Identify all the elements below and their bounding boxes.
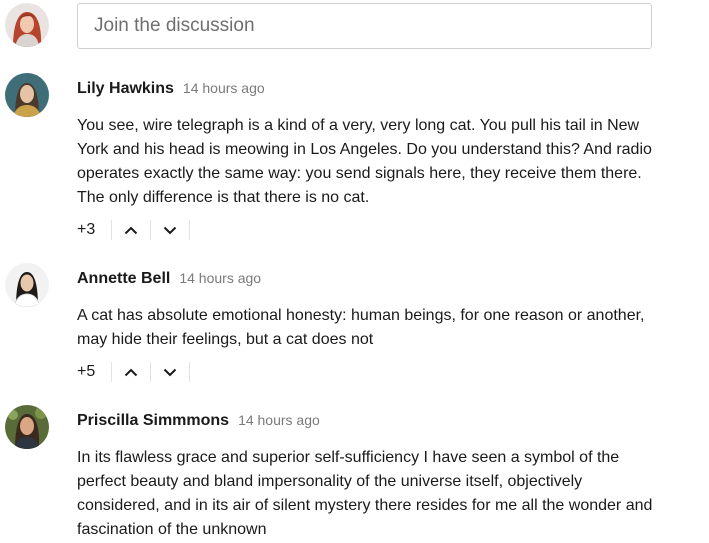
comment-avatar[interactable] [5,263,49,307]
comment-timestamp[interactable]: 14 hours ago [179,270,261,286]
comment-author[interactable]: Lily Hawkins [77,80,174,98]
comment-text: In its flawless grace and superior self-… [77,449,653,538]
comment-text: A cat has absolute emotional honesty: hu… [77,307,645,348]
comment-timestamp[interactable]: 14 hours ago [238,412,320,428]
comment-input[interactable] [77,3,652,49]
comment-timestamp[interactable]: 14 hours ago [183,80,265,96]
upvote-button[interactable] [112,218,150,242]
comment-author[interactable]: Priscilla Simmmons [77,412,229,430]
chevron-down-icon [163,368,177,376]
chevron-down-icon [163,226,177,234]
comment-avatar[interactable] [5,405,49,449]
downvote-button[interactable] [151,218,189,242]
comment-header: Priscilla Simmmons 14 hours ago [77,412,320,430]
divider [189,362,190,382]
vote-bar: +5 [77,360,190,384]
comment-header: Lily Hawkins 14 hours ago [77,80,265,98]
current-user-avatar [5,3,49,47]
comment-author[interactable]: Annette Bell [77,270,170,288]
comment-text: You see, wire telegraph is a kind of a v… [77,117,652,206]
chevron-up-icon [124,226,138,234]
vote-count: +5 [77,363,96,380]
comment-header: Annette Bell 14 hours ago [77,270,261,288]
upvote-button[interactable] [112,360,150,384]
downvote-button[interactable] [151,360,189,384]
comment-avatar[interactable] [5,73,49,117]
vote-bar: +3 [77,218,190,242]
divider [189,220,190,240]
chevron-up-icon [124,368,138,376]
vote-count: +3 [77,221,96,238]
